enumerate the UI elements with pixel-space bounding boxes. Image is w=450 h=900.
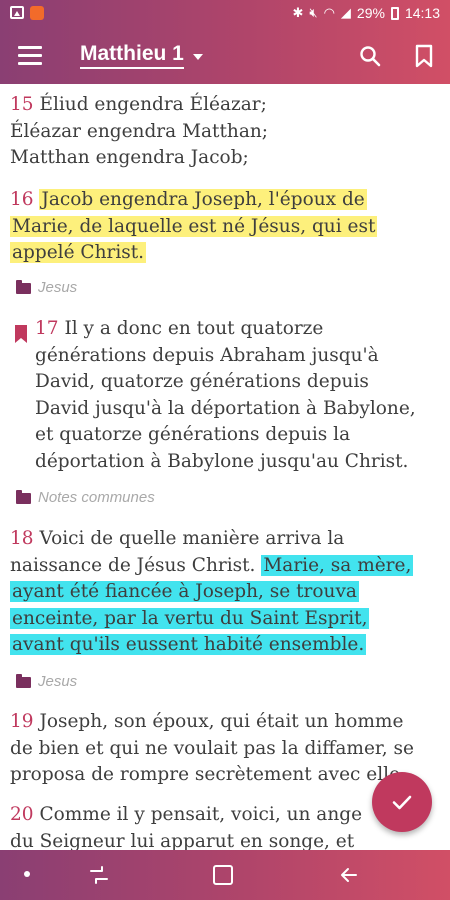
verse-text-highlighted: Jacob engendra Joseph, l'époux de Marie,… bbox=[10, 189, 378, 263]
verse-tag[interactable]: Jesus bbox=[16, 275, 77, 302]
verse-17[interactable]: 17 Il y a donc en tout quatorze générati… bbox=[35, 316, 423, 475]
system-nav-bar bbox=[0, 850, 450, 900]
bookmark-marker-icon[interactable] bbox=[14, 324, 28, 344]
verse-15[interactable]: 15 Éliud engendra Éléazar; Éléazar engen… bbox=[10, 92, 340, 172]
verse-18[interactable]: 18 Voici de quelle manière arriva la nai… bbox=[10, 526, 425, 659]
check-icon bbox=[392, 795, 412, 810]
home-icon[interactable] bbox=[213, 865, 233, 885]
verse-number: 16 bbox=[10, 189, 34, 210]
folder-icon bbox=[16, 673, 31, 688]
mute-icon: 🔇︎ bbox=[309, 5, 318, 20]
dropdown-caret-icon[interactable] bbox=[192, 53, 203, 60]
tag-label: Jesus bbox=[38, 279, 78, 296]
verse-tag[interactable]: Jesus bbox=[16, 669, 77, 696]
book-chapter-selector[interactable]: Matthieu 1 bbox=[80, 42, 203, 69]
folder-icon bbox=[16, 489, 31, 504]
folder-icon bbox=[16, 279, 31, 294]
gallery-icon bbox=[10, 6, 24, 19]
chapter-text[interactable]: 15 Éliud engendra Éléazar; Éléazar engen… bbox=[0, 84, 450, 850]
tag-label: Jesus bbox=[38, 673, 78, 690]
menu-icon[interactable] bbox=[18, 46, 42, 66]
page-title[interactable]: Matthieu 1 bbox=[80, 42, 184, 69]
verse-text: Comme il y pensait, voici, un ange du Se… bbox=[10, 804, 363, 850]
recent-apps-icon[interactable] bbox=[88, 864, 110, 890]
search-icon[interactable] bbox=[358, 44, 382, 68]
verse-tag[interactable]: Notes communes bbox=[16, 485, 155, 512]
verse-text: Éliud engendra Éléazar; Éléazar engendra… bbox=[10, 94, 268, 168]
app-notification-icon bbox=[30, 6, 44, 20]
battery-icon bbox=[390, 6, 399, 20]
nav-dot-icon[interactable] bbox=[24, 871, 30, 877]
confirm-fab[interactable] bbox=[372, 772, 432, 832]
verse-16[interactable]: 16 Jacob engendra Joseph, l'époux de Mar… bbox=[10, 187, 410, 267]
wifi-icon: ◠ bbox=[323, 5, 335, 20]
status-bar: ✱ 🔇︎ ◠ ◢ 29% 14:13 bbox=[0, 0, 450, 28]
verse-number: 18 bbox=[10, 528, 34, 549]
verse-text: Il y a donc en tout quatorze générations… bbox=[35, 318, 416, 472]
bookmark-icon[interactable] bbox=[412, 43, 436, 69]
battery-percent: 29% bbox=[356, 5, 385, 21]
clock: 14:13 bbox=[404, 5, 440, 21]
verse-number: 17 bbox=[35, 318, 59, 339]
verse-number: 19 bbox=[10, 711, 34, 732]
app-bar: Matthieu 1 bbox=[0, 28, 450, 84]
verse-text: Joseph, son époux, qui était un homme de… bbox=[10, 711, 414, 785]
back-icon[interactable] bbox=[338, 864, 360, 890]
verse-number: 20 bbox=[10, 804, 34, 825]
signal-icon: ◢ bbox=[340, 5, 351, 20]
verse-number: 15 bbox=[10, 94, 34, 115]
verse-19[interactable]: 19 Joseph, son époux, qui était un homme… bbox=[10, 709, 425, 789]
verse-20[interactable]: 20 Comme il y pensait, voici, un ange du… bbox=[10, 802, 370, 850]
bluetooth-icon: ✱ bbox=[292, 5, 304, 20]
tag-label: Notes communes bbox=[38, 489, 155, 506]
